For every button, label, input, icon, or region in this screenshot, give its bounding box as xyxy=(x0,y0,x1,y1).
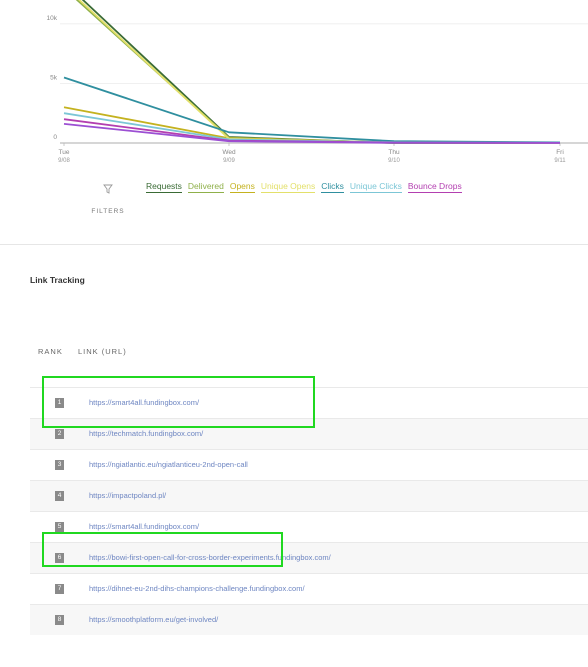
x-tick-day: Tue xyxy=(59,149,70,156)
legend-item[interactable]: Opens xyxy=(229,181,255,193)
table-row: 7 https://dihnet-eu-2nd-dihs-champions-ch… xyxy=(30,573,588,604)
filters-label: FILTERS xyxy=(91,208,125,215)
rank-badge: 3 xyxy=(55,460,64,470)
x-tick-day: Fri xyxy=(556,149,564,156)
legend-item[interactable]: Unique Clicks xyxy=(349,181,402,193)
legend-item[interactable]: Delivered xyxy=(187,181,224,193)
link-url[interactable]: https://dihnet-eu-2nd-dihs-champions-cha… xyxy=(89,584,305,593)
x-tick-date: 9/10 xyxy=(388,158,400,164)
link-tracking-title: Link Tracking xyxy=(30,275,85,285)
x-tick-date: 9/11 xyxy=(554,158,566,164)
rank-column-header: RANK xyxy=(38,347,63,356)
line-chart: 10k 5k 0 Tue 9/08 Wed 9/09 Thu 9/10 Fri 9/11 xyxy=(47,0,588,164)
table-row: 8 https://smoothplatform.eu/get-involved/ xyxy=(30,604,588,635)
link-url[interactable]: https://smart4all.fundingbox.com/ xyxy=(89,522,199,531)
link-url[interactable]: https://ngiatlantic.eu/ngiatlanticeu-2nd… xyxy=(89,460,248,469)
legend-item[interactable]: Requests xyxy=(146,181,182,193)
rank-badge: 7 xyxy=(55,584,64,594)
x-tick-date: 9/09 xyxy=(223,158,235,164)
filters-button[interactable]: FILTERS xyxy=(88,184,128,218)
highlight-box-row-5 xyxy=(42,532,283,567)
legend-item[interactable]: Clicks xyxy=(321,181,344,193)
highlight-box-row-1 xyxy=(42,376,315,428)
rank-badge: 2 xyxy=(55,429,64,439)
funnel-icon xyxy=(103,184,113,194)
table-row: 4 https://impactpoland.pl/ xyxy=(30,480,588,511)
legend-item[interactable]: Unique Opens xyxy=(260,181,316,193)
series-line xyxy=(63,76,561,144)
y-tick-label: 10k xyxy=(47,15,58,22)
email-activity-chart-card: 10k 5k 0 Tue 9/08 Wed 9/09 Thu 9/10 Fri 9/11 FILTE… xyxy=(0,0,588,245)
link-url[interactable]: https://techmatch.fundingbox.com/ xyxy=(89,429,203,438)
link-url[interactable]: https://impactpoland.pl/ xyxy=(89,491,166,500)
rank-badge: 8 xyxy=(55,615,64,625)
legend-item[interactable]: Bounce Drops xyxy=(407,181,462,193)
x-tick-date: 9/08 xyxy=(58,158,70,164)
link-table-header: RANK LINK (URL) xyxy=(38,347,127,356)
x-tick-day: Wed xyxy=(222,149,236,156)
y-tick-label: 5k xyxy=(50,74,58,81)
y-tick-label: 0 xyxy=(53,134,57,141)
chart-legend: Requests Delivered Opens Unique Opens Clicks… xyxy=(146,181,468,193)
link-url[interactable]: https://smoothplatform.eu/get-involved/ xyxy=(89,615,218,624)
rank-badge: 4 xyxy=(55,491,64,501)
x-tick-day: Thu xyxy=(388,149,400,156)
table-row: 3 https://ngiatlantic.eu/ngiatlanticeu-2n… xyxy=(30,449,588,480)
rank-badge: 5 xyxy=(55,522,64,532)
link-column-header: LINK (URL) xyxy=(77,347,127,356)
